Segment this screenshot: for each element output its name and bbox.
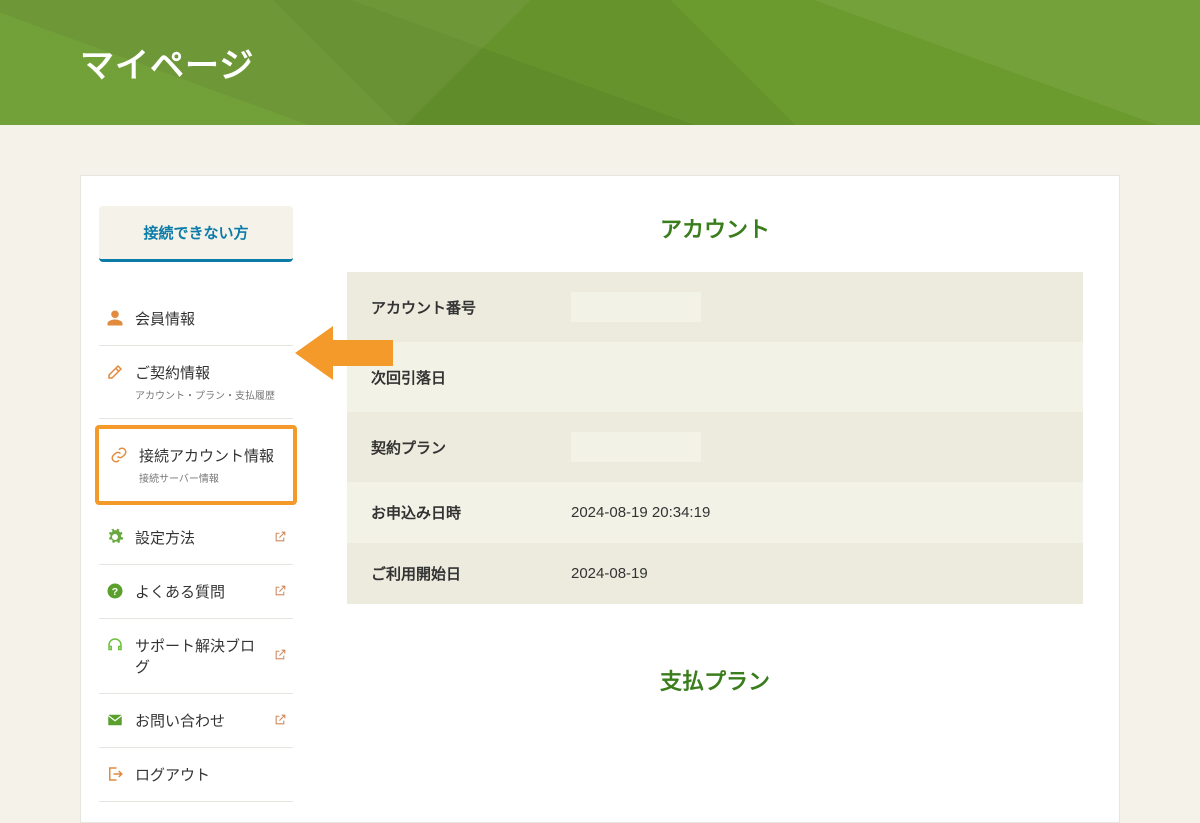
row-value: 2024-08-19 — [547, 543, 1083, 604]
redacted-value — [571, 432, 701, 462]
headset-icon — [105, 635, 125, 655]
sidebar-item-label: お問い合わせ — [135, 710, 225, 731]
sidebar-item-connection-account[interactable]: 接続アカウント情報 接続サーバー情報 — [95, 425, 297, 505]
sidebar-item-label: 会員情報 — [135, 308, 195, 329]
sidebar-item-faq[interactable]: ? よくある質問 — [99, 565, 293, 619]
logout-icon — [105, 764, 125, 784]
row-label: アカウント番号 — [347, 272, 547, 342]
redacted-value — [571, 292, 701, 322]
page-header: マイページ — [0, 0, 1200, 125]
sidebar-item-label: ログアウト — [135, 764, 210, 785]
main-content: アカウント アカウント番号 次回引落日 契約プラン お申込み日時 2024-08… — [311, 176, 1119, 822]
sidebar-item-sublabel: アカウント・プラン・支払履歴 — [135, 387, 275, 402]
sidebar-item-label: ご契約情報 — [135, 362, 275, 383]
page-title: マイページ — [80, 38, 254, 87]
gear-icon — [105, 527, 125, 547]
account-section-title: アカウント — [347, 212, 1083, 244]
table-row: アカウント番号 — [347, 272, 1083, 342]
payment-section-title: 支払プラン — [347, 664, 1083, 696]
row-value — [547, 272, 1083, 342]
sidebar-item-support-blog[interactable]: サポート解決ブログ — [99, 619, 293, 694]
sidebar-item-logout[interactable]: ログアウト — [99, 748, 293, 802]
connection-help-button[interactable]: 接続できない方 — [99, 206, 293, 262]
table-row: お申込み日時 2024-08-19 20:34:19 — [347, 482, 1083, 543]
svg-text:?: ? — [112, 586, 118, 598]
sidebar-item-setup[interactable]: 設定方法 — [99, 511, 293, 565]
edit-icon — [105, 362, 125, 382]
sidebar-item-label: よくある質問 — [135, 581, 225, 602]
mail-icon — [105, 710, 125, 730]
row-value: 2024-08-19 20:34:19 — [547, 482, 1083, 543]
row-label: 次回引落日 — [347, 342, 547, 412]
sidebar-item-label: 接続アカウント情報 — [139, 445, 274, 466]
table-row: 契約プラン — [347, 412, 1083, 482]
sidebar-item-contact[interactable]: お問い合わせ — [99, 694, 293, 748]
redacted-value — [571, 362, 701, 392]
row-label: お申込み日時 — [347, 482, 547, 543]
external-link-icon — [274, 713, 287, 729]
external-link-icon — [274, 584, 287, 600]
sidebar: 接続できない方 会員情報 ご契約情報 アカウント・プラン・支払履歴 — [81, 176, 311, 822]
table-row: ご利用開始日 2024-08-19 — [347, 543, 1083, 604]
sidebar-item-label: 設定方法 — [135, 527, 195, 548]
sidebar-item-label: サポート解決ブログ — [135, 635, 264, 677]
sidebar-item-contract-info[interactable]: ご契約情報 アカウント・プラン・支払履歴 — [99, 346, 293, 419]
sidebar-nav: 会員情報 ご契約情報 アカウント・プラン・支払履歴 接続アカウント情報 — [99, 292, 293, 802]
content-container: 接続できない方 会員情報 ご契約情報 アカウント・プラン・支払履歴 — [80, 175, 1120, 823]
link-icon — [109, 445, 129, 465]
table-row: 次回引落日 — [347, 342, 1083, 412]
external-link-icon — [274, 648, 287, 664]
account-info-table: アカウント番号 次回引落日 契約プラン お申込み日時 2024-08-19 20… — [347, 272, 1083, 604]
row-label: ご利用開始日 — [347, 543, 547, 604]
external-link-icon — [274, 530, 287, 546]
sidebar-item-sublabel: 接続サーバー情報 — [139, 470, 274, 485]
row-value — [547, 342, 1083, 412]
row-value — [547, 412, 1083, 482]
row-label: 契約プラン — [347, 412, 547, 482]
help-icon: ? — [105, 581, 125, 601]
person-icon — [105, 308, 125, 328]
sidebar-item-member-info[interactable]: 会員情報 — [99, 292, 293, 346]
